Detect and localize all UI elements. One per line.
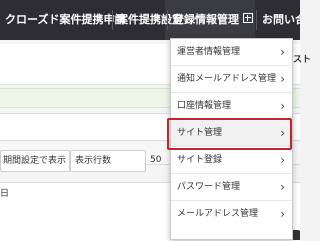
menu-item-label: パスワード管理 (177, 182, 241, 192)
menu-item-password[interactable]: パスワード管理 › (171, 174, 292, 201)
right-tab-label[interactable]: スト (293, 52, 311, 65)
highlight-annotation-box (167, 118, 292, 150)
nav-divider (167, 10, 168, 30)
top-navbar: クローズド案件提携申請 案件提携設定 登録情報管理 お問い合わせ (0, 0, 300, 40)
menu-item-label: サイト登録 (177, 155, 223, 165)
nav-divider (112, 10, 113, 30)
chevron-right-icon: › (280, 153, 285, 167)
chevron-right-icon: › (280, 45, 285, 59)
display-rows-label: 表示行数 (75, 156, 112, 166)
nav-divider (256, 10, 257, 30)
chevron-right-icon: › (280, 72, 285, 86)
plus-square-icon (243, 13, 253, 23)
nav-registration-info[interactable]: 登録情報管理 (173, 0, 253, 40)
menu-item-email-address[interactable]: メールアドレス管理 › (171, 201, 292, 228)
nav-closed-application[interactable]: クローズド案件提携申請 (5, 0, 125, 40)
menu-item-notification-email[interactable]: 通知メールアドレス管理 › (171, 66, 292, 93)
menu-item-label: 通知メールアドレス管理 (177, 74, 277, 84)
menu-item-site-registration[interactable]: サイト登録 › (171, 147, 292, 174)
period-setting-label: 期間設定で表示 (3, 156, 67, 166)
menu-item-operator-info[interactable]: 運営者情報管理 › (171, 39, 292, 66)
nav-contact[interactable]: お問い合わせ (262, 0, 300, 40)
chevron-right-icon: › (280, 99, 285, 113)
menu-item-label: 運営者情報管理 (177, 47, 241, 57)
period-setting-button[interactable]: 期間設定で表示 ⬍ (0, 150, 70, 172)
chevron-right-icon: › (280, 180, 285, 194)
nav-registration-label: 登録情報管理 (173, 13, 239, 26)
chevron-right-icon: › (280, 207, 285, 221)
date-label: 日 (0, 189, 10, 199)
display-rows-value[interactable]: 50 (150, 155, 161, 165)
menu-item-label: メールアドレス管理 (177, 209, 259, 219)
menu-item-account-info[interactable]: 口座情報管理 › (171, 93, 292, 120)
menu-item-label: 口座情報管理 (177, 101, 232, 111)
display-rows-box: 表示行数 (70, 150, 146, 172)
